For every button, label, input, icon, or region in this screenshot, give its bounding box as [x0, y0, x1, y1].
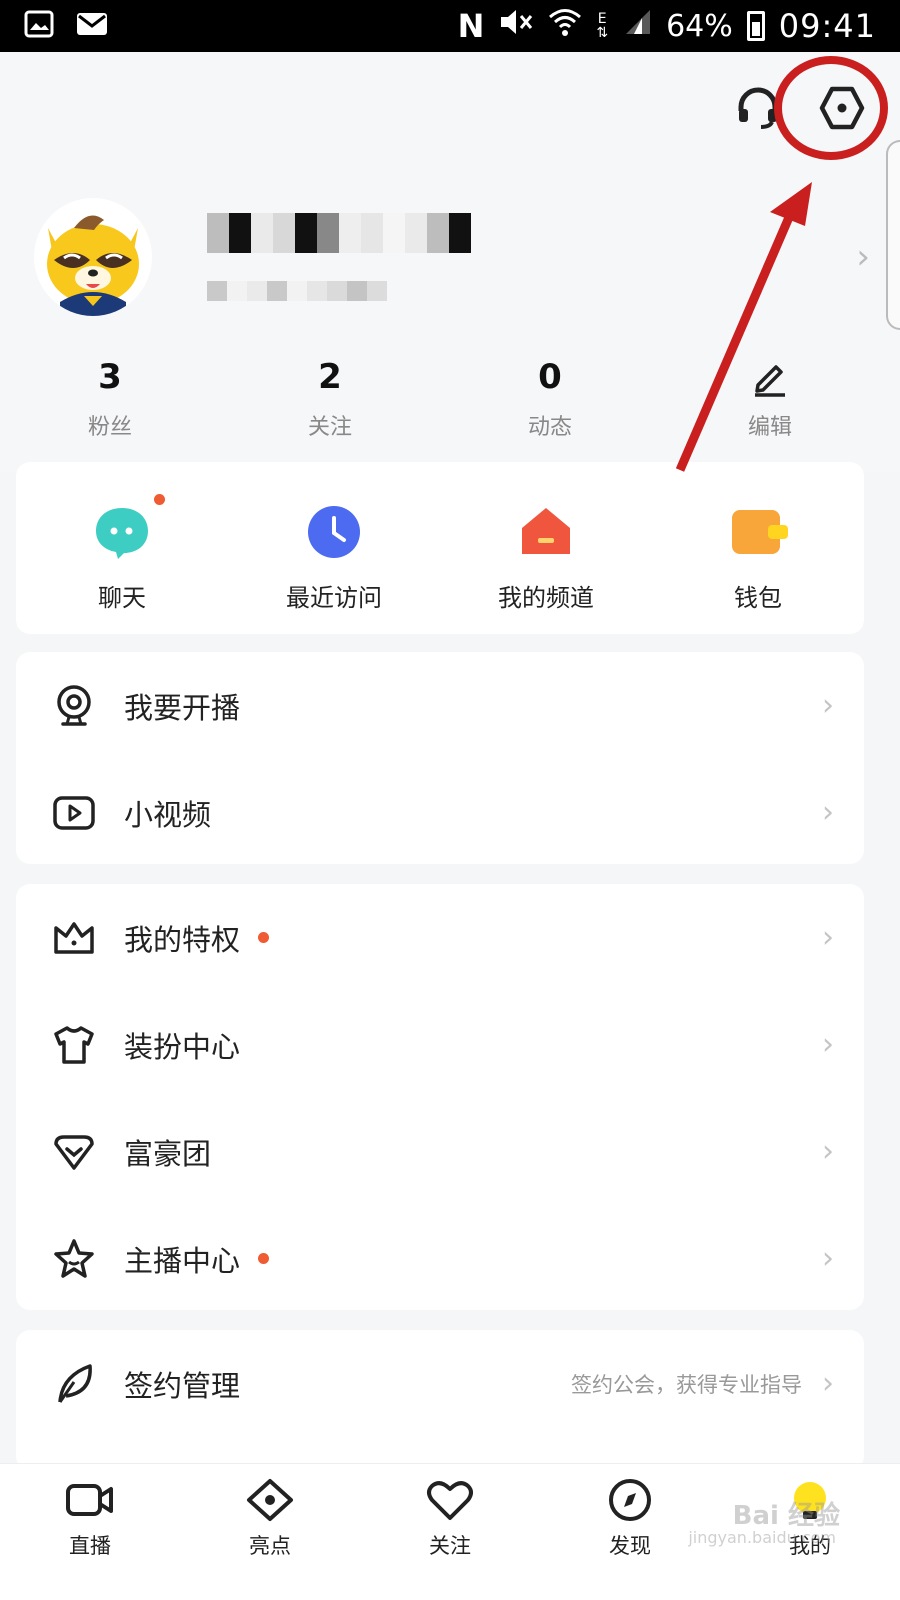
new-badge-dot	[258, 932, 270, 943]
quick-wallet[interactable]: 钱包	[652, 462, 864, 634]
battery-percent: 64%	[666, 8, 733, 44]
menu-label: 富豪团	[124, 1136, 212, 1171]
menu-privileges[interactable]: 我的特权 ›	[16, 884, 864, 991]
gallery-icon	[24, 10, 54, 42]
crown-icon	[52, 916, 96, 960]
heart-icon	[425, 1478, 475, 1526]
quick-label: 聊天	[98, 584, 146, 612]
stat-value: 2	[318, 357, 342, 397]
clock-icon	[306, 504, 362, 560]
camera-icon	[65, 1478, 115, 1526]
watermark-url: jingyan.baidu.com	[688, 1528, 836, 1547]
chevron-right-icon: ›	[822, 1366, 834, 1401]
webcam-icon	[52, 684, 96, 728]
clock-time: 09:41	[778, 7, 876, 45]
quick-label: 钱包	[734, 584, 782, 612]
mute-icon	[498, 7, 534, 45]
edit-profile-button[interactable]: 编辑	[660, 357, 880, 441]
settings-button[interactable]	[814, 82, 870, 138]
quick-label: 最近访问	[286, 584, 382, 612]
nfc-icon: N	[457, 7, 485, 45]
data-type-label: E	[597, 11, 607, 27]
edge-panel-handle[interactable]	[886, 140, 900, 330]
chevron-right-icon: ›	[822, 1134, 834, 1169]
customer-service-button[interactable]	[730, 82, 786, 138]
menu-rich-club[interactable]: 富豪团 ›	[16, 1098, 864, 1205]
star-icon	[52, 1237, 96, 1281]
menu-label: 我的特权	[124, 922, 241, 957]
stat-value: 3	[98, 357, 122, 397]
chat-badge-dot	[154, 494, 165, 505]
stat-label: 粉丝	[87, 415, 132, 440]
wifi-icon	[548, 7, 582, 45]
chevron-right-icon: ›	[822, 1241, 834, 1276]
menu-label: 我要开播	[124, 690, 241, 725]
compass-icon	[605, 1478, 655, 1526]
quick-recent[interactable]: 最近访问	[228, 462, 440, 634]
menu-subtitle: 签约公会，获得专业指导	[571, 1372, 802, 1397]
menu-label: 签约管理	[124, 1368, 241, 1403]
tab-label: 关注	[429, 1534, 471, 1558]
username-redacted	[207, 213, 471, 253]
stat-value: 0	[538, 357, 562, 397]
chevron-right-icon: ›	[822, 1027, 834, 1062]
user-id-redacted	[207, 281, 471, 301]
menu-dressup-center[interactable]: 装扮中心 ›	[16, 991, 864, 1098]
menu-go-live[interactable]: 我要开播 ›	[16, 652, 864, 759]
signal-icon	[622, 8, 652, 44]
stat-label: 关注	[307, 415, 352, 440]
settings-icon	[818, 84, 866, 136]
stat-following[interactable]: 2 关注	[220, 357, 440, 441]
baidu-jingyan-watermark: Bai 经验	[732, 1501, 840, 1531]
menu-group-live: 我要开播 › 小视频 ›	[16, 652, 864, 864]
menu-short-video[interactable]: 小视频 ›	[16, 759, 864, 866]
tshirt-icon	[52, 1023, 96, 1067]
battery-icon	[746, 11, 765, 41]
tab-label: 发现	[609, 1534, 651, 1558]
stat-label: 编辑	[747, 415, 792, 440]
headset-icon	[735, 85, 781, 135]
stats-row: 3 粉丝 2 关注 0 动态 编辑	[0, 357, 880, 441]
quick-label: 我的频道	[498, 584, 594, 612]
avatar[interactable]	[34, 198, 152, 316]
menu-group-contract: 签约管理 签约公会，获得专业指导 ›	[16, 1330, 864, 1470]
feather-icon	[52, 1362, 96, 1406]
menu-group-features: 我的特权 › 装扮中心 › 富豪团 › 主播中心 ›	[16, 884, 864, 1310]
mail-icon	[76, 12, 108, 40]
diamond-icon	[52, 1130, 96, 1174]
profile-chevron-icon: ›	[856, 237, 870, 277]
data-arrows-icon: E ⇅	[596, 12, 608, 40]
menu-contract-management[interactable]: 签约管理 签约公会，获得专业指导 ›	[16, 1330, 864, 1437]
stat-label: 动态	[527, 415, 572, 440]
profile-header: › 3 粉丝 2 关注 0 动态 编辑	[0, 52, 900, 472]
menu-streamer-center[interactable]: 主播中心 ›	[16, 1205, 864, 1312]
quick-channel[interactable]: 我的频道	[440, 462, 652, 634]
chat-icon	[94, 504, 150, 560]
new-badge-dot	[258, 1253, 270, 1264]
status-bar: N E ⇅ 64% 09:41	[0, 0, 900, 52]
quick-actions-card: 聊天 最近访问 我的频道 钱包	[16, 462, 864, 634]
tab-label: 亮点	[249, 1534, 291, 1558]
pencil-icon	[750, 357, 790, 399]
menu-label: 装扮中心	[124, 1029, 241, 1064]
menu-label: 小视频	[124, 797, 212, 832]
menu-label: 主播中心	[124, 1243, 241, 1278]
channel-home-icon	[518, 504, 574, 560]
chevron-right-icon: ›	[822, 688, 834, 723]
video-play-icon	[52, 791, 96, 835]
data-arrows: ⇅	[596, 25, 609, 41]
quick-chat[interactable]: 聊天	[16, 462, 228, 634]
profile-row[interactable]: ›	[34, 192, 870, 322]
stat-fans[interactable]: 3 粉丝	[0, 357, 220, 441]
tab-highlights[interactable]: 亮点	[180, 1464, 360, 1600]
tab-live[interactable]: 直播	[0, 1464, 180, 1600]
stat-posts[interactable]: 0 动态	[440, 357, 660, 441]
chevron-right-icon: ›	[822, 920, 834, 955]
chevron-right-icon: ›	[822, 795, 834, 830]
tab-label: 直播	[69, 1534, 111, 1558]
wallet-icon	[730, 504, 788, 560]
tab-following[interactable]: 关注	[360, 1464, 540, 1600]
eye-icon	[245, 1478, 295, 1526]
